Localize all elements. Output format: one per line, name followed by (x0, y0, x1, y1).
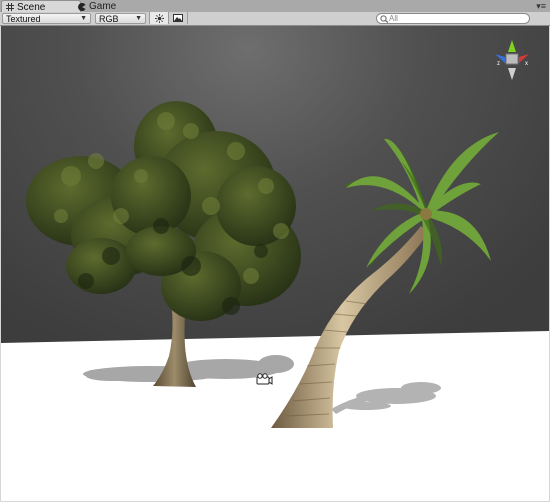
color-mode-label: RGB (99, 14, 119, 24)
panel-menu-icon[interactable]: ▾≡ (536, 1, 546, 12)
svg-text:x: x (525, 61, 528, 67)
chevron-down-icon: ▼ (135, 15, 142, 22)
tab-game-label: Game (89, 1, 117, 12)
scene-search-input[interactable]: All (376, 13, 530, 24)
scene-overlay-button[interactable] (168, 12, 188, 24)
search-icon (380, 15, 389, 23)
axis-gizmo-icon: z x (495, 40, 529, 80)
sun-icon (154, 13, 164, 23)
orientation-gizmo[interactable]: z x (491, 38, 533, 82)
tab-game[interactable]: Game (74, 1, 122, 12)
chevron-down-icon: ▼ (80, 15, 87, 22)
grid-icon (6, 3, 14, 11)
search-placeholder: All (389, 14, 398, 23)
scene-toolbar: Textured ▼ RGB ▼ All (0, 12, 550, 26)
render-mode-label: Textured (6, 14, 41, 24)
scene-render (1, 26, 549, 501)
pacman-icon (78, 2, 86, 11)
image-icon (173, 14, 183, 22)
color-mode-dropdown[interactable]: RGB ▼ (95, 13, 146, 24)
render-mode-dropdown[interactable]: Textured ▼ (2, 13, 91, 24)
svg-text:z: z (497, 61, 500, 67)
scene-viewport[interactable]: z x (1, 26, 549, 501)
tab-scene-label: Scene (17, 1, 46, 13)
scene-lighting-button[interactable] (149, 12, 168, 24)
